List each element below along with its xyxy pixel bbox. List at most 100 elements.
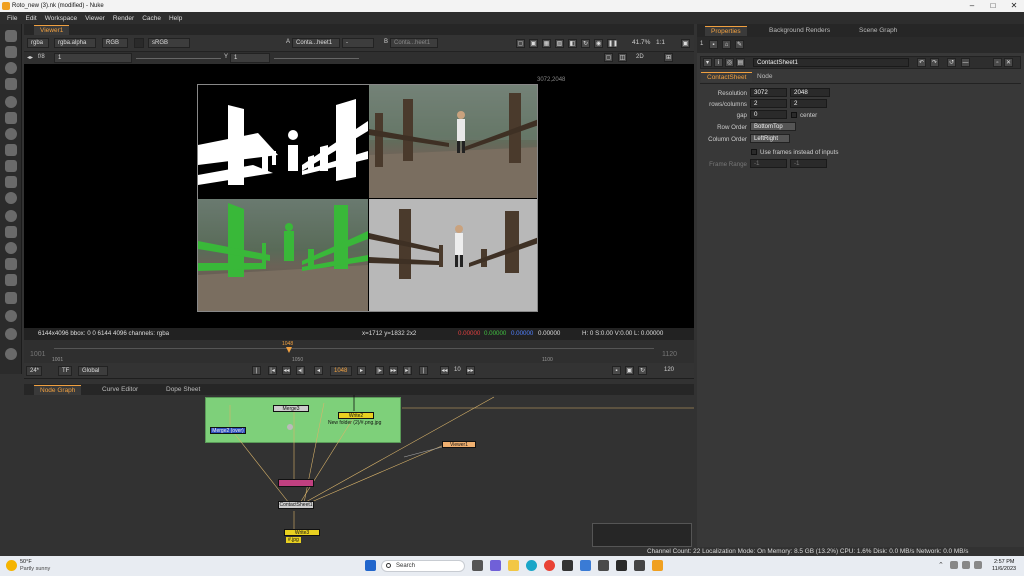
tab-dope-sheet[interactable]: Dope Sheet — [160, 385, 206, 395]
tab-viewer1[interactable]: Viewer1 — [34, 25, 70, 35]
store-icon[interactable] — [562, 560, 573, 571]
display-dropdown[interactable]: RGB — [102, 38, 128, 48]
frame-range-end-field[interactable]: -1 — [790, 159, 827, 168]
ratio-value[interactable]: 1:1 — [656, 39, 665, 46]
info-icon[interactable]: i — [714, 58, 723, 67]
zoom-value[interactable]: 41.7% — [632, 39, 650, 46]
app-icon-1[interactable] — [598, 560, 609, 571]
timeline[interactable]: 1001 1120 1001 1050 1100 1048 — [24, 340, 694, 363]
ip-toggle[interactable] — [134, 38, 144, 48]
prev-increment-icon[interactable]: ◂◂ — [282, 366, 291, 375]
file-explorer-icon[interactable] — [508, 560, 519, 571]
next-frame-icon[interactable]: |▸ — [375, 366, 384, 375]
center-checkbox[interactable] — [791, 112, 797, 118]
range-dropdown[interactable]: Global — [78, 366, 108, 376]
start-icon[interactable] — [365, 560, 376, 571]
rows-field[interactable]: 2 — [750, 99, 787, 108]
gap-field[interactable]: 0 — [750, 110, 787, 119]
input-icon[interactable]: ◫ — [618, 53, 627, 62]
b-input-dropdown[interactable]: Conta...heet1 — [390, 38, 438, 48]
subtab-contactsheet[interactable]: ContactSheet — [701, 72, 753, 82]
keyer-nodes-icon[interactable] — [5, 128, 17, 140]
chrome-icon[interactable] — [544, 560, 555, 571]
edge-icon[interactable] — [526, 560, 537, 571]
image-nodes-icon[interactable] — [5, 30, 17, 42]
use-frames-checkbox[interactable] — [751, 149, 757, 155]
colorspace-dropdown[interactable]: sRGB — [148, 38, 190, 48]
wifi-icon[interactable] — [950, 561, 958, 569]
zebra-icon[interactable]: ▧ — [555, 39, 564, 48]
viewer-node[interactable]: Viewer1 — [442, 441, 476, 448]
roi-icon[interactable]: ▢ — [516, 39, 525, 48]
viewer-settings-icon[interactable]: ▣ — [681, 39, 690, 48]
tab-node-graph[interactable]: Node Graph — [34, 385, 82, 395]
teams-icon[interactable] — [490, 560, 501, 571]
gamma-slider[interactable] — [274, 58, 359, 59]
center-node-icon[interactable]: ◎ — [725, 58, 734, 67]
timeline-track[interactable] — [54, 348, 654, 349]
color-picker-icon[interactable]: ▤ — [736, 58, 745, 67]
deep-nodes-icon[interactable] — [5, 210, 17, 222]
float-icon[interactable]: — — [961, 58, 970, 67]
prev-frame-icon[interactable]: ◂| — [296, 366, 305, 375]
menu-edit[interactable]: Edit — [25, 15, 36, 22]
tf-dropdown[interactable]: TF — [58, 366, 72, 376]
roto-node[interactable] — [278, 479, 314, 487]
revert-icon[interactable]: ↺ — [947, 58, 956, 67]
tab-curve-editor[interactable]: Curve Editor — [96, 385, 144, 395]
panel-close-icon[interactable]: ✕ — [1004, 58, 1013, 67]
column-order-dropdown[interactable]: LeftRight — [750, 134, 790, 143]
minimize-button[interactable]: – — [962, 0, 982, 12]
compare-op-dropdown[interactable]: - — [342, 38, 374, 48]
menu-file[interactable]: File — [7, 15, 17, 22]
collapse-icon[interactable]: ▾ — [703, 58, 712, 67]
tab-scene-graph[interactable]: Scene Graph — [853, 26, 903, 36]
time-nodes-icon[interactable] — [5, 62, 17, 74]
prev-arrow-icon[interactable]: ◂▸ — [27, 54, 33, 61]
next-keyframe-icon[interactable]: ▸| — [403, 366, 412, 375]
weather-icon[interactable] — [6, 560, 17, 571]
columns-field[interactable]: 2 — [790, 99, 827, 108]
gain-slider[interactable] — [136, 58, 221, 59]
refresh-icon[interactable]: ↻ — [581, 39, 590, 48]
menu-workspace[interactable]: Workspace — [45, 15, 77, 22]
write3-node[interactable]: Write3 — [284, 529, 320, 536]
fstop-value[interactable]: f/8 — [38, 54, 45, 60]
brush-icon[interactable]: ✎ — [735, 40, 744, 49]
panel-float-icon[interactable]: ▫ — [993, 58, 1002, 67]
pause-icon[interactable]: ❚❚ — [607, 39, 618, 48]
nuke-menu-icon[interactable] — [5, 348, 17, 360]
other-nodes-icon[interactable] — [5, 274, 17, 286]
app-icon-2[interactable] — [616, 560, 627, 571]
increment-value[interactable]: 10 — [454, 367, 461, 373]
play-forward-icon[interactable]: ▸ — [357, 366, 366, 375]
frame-range-start-field[interactable]: -1 — [750, 159, 787, 168]
play-backward-icon[interactable]: ◂ — [314, 366, 323, 375]
redo-icon[interactable]: ↷ — [930, 58, 939, 67]
views-nodes-icon[interactable] — [5, 226, 17, 238]
increment-back-icon[interactable]: ◂◂ — [440, 366, 449, 375]
max-panels-icon[interactable]: ▪ — [709, 40, 718, 49]
battery-icon[interactable] — [974, 561, 982, 569]
playback-mode-icon[interactable]: ▪ — [612, 366, 621, 375]
clock-date[interactable]: 11/6/2023 — [992, 566, 1016, 572]
gamma-field[interactable]: 1 — [230, 53, 270, 63]
contact-sheet-node[interactable]: ContactSheet1 — [278, 501, 314, 509]
air-nodes-icon[interactable] — [5, 328, 17, 340]
menu-help[interactable]: Help — [169, 15, 182, 22]
channels-dropdown[interactable]: rgba — [27, 38, 49, 48]
frame-field[interactable]: 1048 — [330, 366, 352, 376]
node-graph-canvas[interactable]: Merge3 Write2 New folder (2)/#.png.jpg M… — [24, 395, 694, 547]
menu-viewer[interactable]: Viewer — [85, 15, 105, 22]
channel-select-dropdown[interactable]: rgba.alpha — [54, 38, 96, 48]
mail-icon[interactable] — [580, 560, 591, 571]
maximize-button[interactable]: □ — [983, 0, 1003, 12]
task-view-icon[interactable] — [472, 560, 483, 571]
app-icon-3[interactable] — [634, 560, 645, 571]
merge-nodes-icon[interactable] — [5, 144, 17, 156]
undo-icon[interactable]: ↶ — [917, 58, 926, 67]
a-input-dropdown[interactable]: Conta...heet1 — [292, 38, 340, 48]
nuke-taskbar-icon[interactable] — [652, 560, 663, 571]
subtab-node[interactable]: Node — [751, 72, 779, 82]
volume-icon[interactable] — [962, 561, 970, 569]
